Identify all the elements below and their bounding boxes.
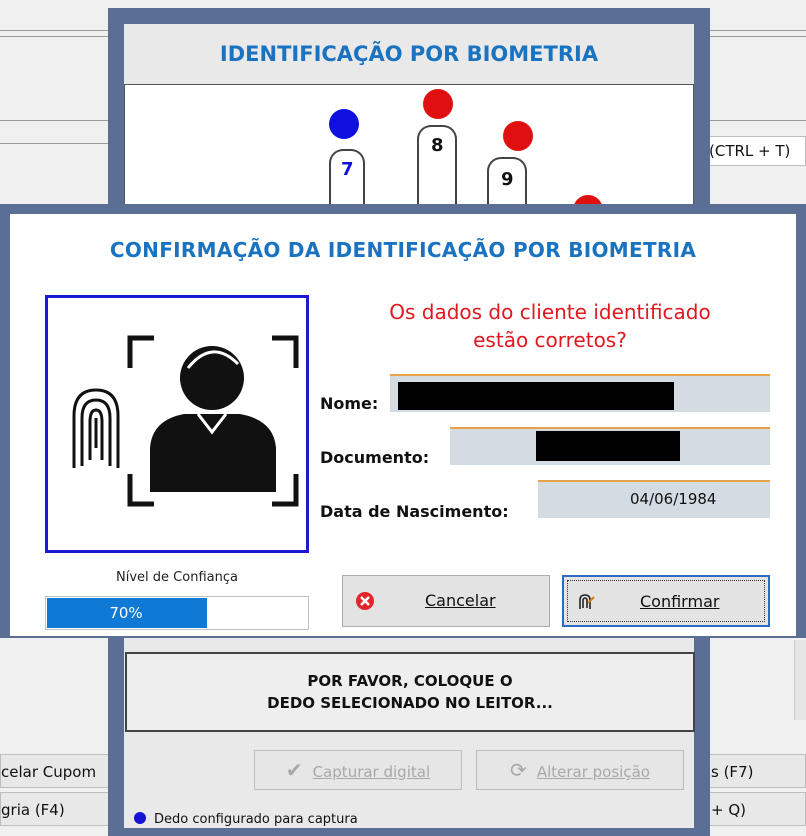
confirm-button-label: Confirmar bbox=[640, 592, 720, 611]
cancelar-cupom-label: celar Cupom bbox=[1, 763, 97, 781]
shortcut-ctrl-t[interactable]: (CTRL + T) bbox=[708, 136, 806, 166]
documento-field bbox=[450, 427, 770, 465]
alegria-f4-button[interactable]: gria (F4) bbox=[0, 792, 110, 826]
ctrl-q-button[interactable]: + Q) bbox=[708, 792, 806, 826]
reader-instruction-line2: DEDO SELECIONADO NO LEITOR... bbox=[267, 694, 553, 712]
f7-button[interactable]: s (F7) bbox=[708, 754, 806, 788]
fingerprint-confirm-icon bbox=[579, 594, 595, 609]
documento-label: Documento: bbox=[320, 448, 430, 467]
cancel-button[interactable]: Cancelar bbox=[342, 575, 550, 627]
redaction bbox=[398, 382, 674, 410]
capture-legend: Dedo configurado para captura bbox=[134, 812, 358, 827]
cancel-icon bbox=[356, 592, 374, 610]
confirm-button[interactable]: Confirmar bbox=[562, 575, 770, 627]
cancelar-cupom-button[interactable]: celar Cupom bbox=[0, 754, 110, 788]
capture-legend-text: Dedo configurado para captura bbox=[154, 812, 358, 827]
alegria-f4-label: gria (F4) bbox=[1, 801, 65, 819]
redaction bbox=[536, 431, 680, 461]
rotate-icon: ⟳ bbox=[510, 758, 527, 782]
nascimento-label: Data de Nascimento: bbox=[320, 502, 509, 521]
change-position-label: Alterar posição bbox=[536, 763, 650, 781]
hand-diagram: 7 8 9 bbox=[124, 84, 694, 225]
finger-7-number: 7 bbox=[341, 159, 354, 180]
check-icon: ✔ bbox=[285, 758, 303, 782]
f7-label: s (F7) bbox=[711, 763, 754, 781]
biometric-window-title: IDENTIFICAÇÃO POR BIOMETRIA bbox=[219, 42, 599, 66]
cancel-button-label: Cancelar bbox=[425, 591, 496, 610]
change-position-button[interactable]: ⟳ Alterar posição bbox=[476, 750, 684, 790]
finger-9-dot bbox=[503, 121, 533, 151]
confirmation-title: CONFIRMAÇÃO DA IDENTIFICAÇÃO POR BIOMETR… bbox=[109, 238, 697, 262]
nascimento-field: 04/06/1984 bbox=[538, 480, 770, 518]
confidence-progress: 70% bbox=[45, 596, 309, 630]
confirmation-question-line2: estão corretos? bbox=[473, 328, 627, 352]
nome-field bbox=[390, 374, 770, 412]
scrollbar[interactable] bbox=[794, 640, 806, 720]
capture-fingerprint-label: Capturar digital bbox=[312, 763, 431, 781]
capture-fingerprint-button[interactable]: ✔ Capturar digital bbox=[254, 750, 462, 790]
finger-9-number: 9 bbox=[501, 169, 514, 190]
confirmation-question: Os dados do cliente identificado estão c… bbox=[330, 298, 770, 354]
confidence-label: Nível de Confiança bbox=[116, 570, 238, 585]
finger-8-number: 8 bbox=[431, 135, 444, 156]
finger-7-dot bbox=[329, 109, 359, 139]
nome-label: Nome: bbox=[320, 394, 379, 413]
blue-dot-icon bbox=[134, 812, 146, 824]
confidence-progress-text: 70% bbox=[109, 604, 143, 622]
fingerprint-person-icon bbox=[72, 335, 299, 507]
reader-instruction-line1: POR FAVOR, COLOQUE O bbox=[307, 672, 513, 690]
confirmation-dialog-body: CONFIRMAÇÃO DA IDENTIFICAÇÃO POR BIOMETR… bbox=[10, 214, 796, 636]
ctrl-q-label: + Q) bbox=[711, 801, 746, 819]
finger-8-dot bbox=[423, 89, 453, 119]
nascimento-value: 04/06/1984 bbox=[630, 490, 717, 508]
confirmation-dialog: CONFIRMAÇÃO DA IDENTIFICAÇÃO POR BIOMETR… bbox=[0, 204, 806, 638]
confirmation-question-line1: Os dados do cliente identificado bbox=[389, 300, 711, 324]
biometric-identity-image bbox=[45, 295, 309, 553]
shortcut-ctrl-t-label: (CTRL + T) bbox=[709, 142, 791, 160]
reader-instruction: POR FAVOR, COLOQUE O DEDO SELECIONADO NO… bbox=[125, 652, 695, 732]
